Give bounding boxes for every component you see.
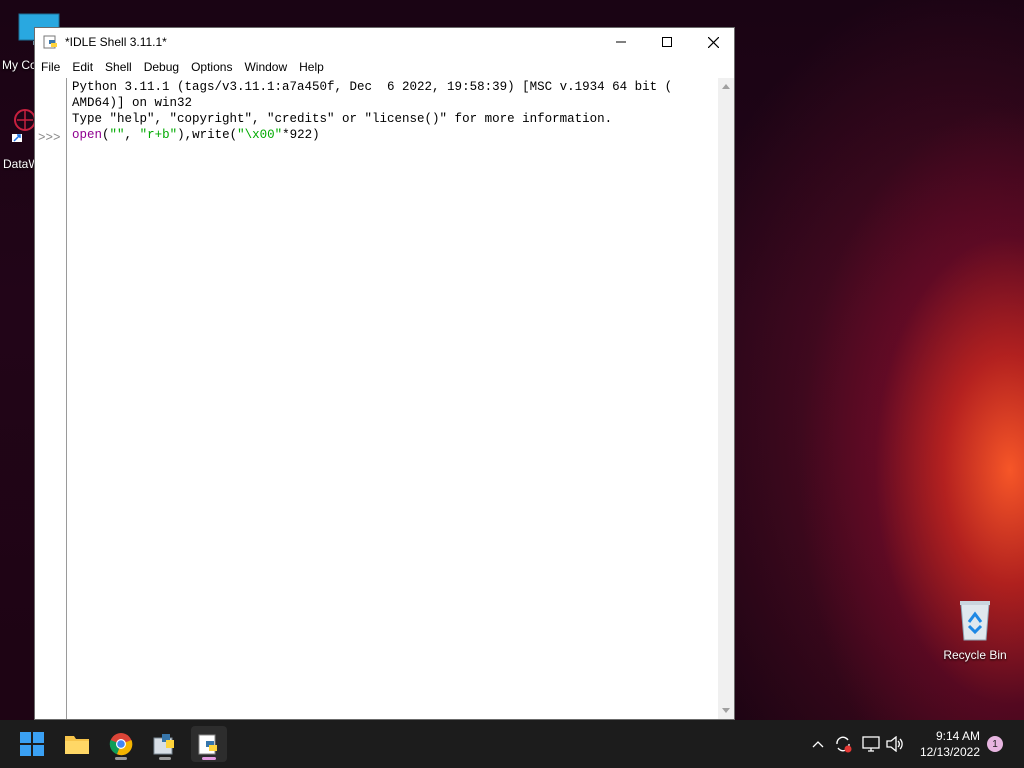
clock-time: 9:14 AM: [935, 729, 980, 743]
menu-help[interactable]: Help: [293, 60, 330, 74]
show-hidden-icons[interactable]: [808, 720, 828, 768]
chevron-down-icon: [722, 708, 730, 713]
minimize-icon: [616, 41, 626, 43]
recycle-bin-icon: [960, 601, 990, 641]
close-icon: [707, 36, 719, 48]
code-punct: ),write(: [177, 128, 238, 142]
code-punct: ,: [124, 128, 140, 142]
taskbar: 9:14 AM 12/13/2022 1: [0, 720, 1024, 768]
shell-editor[interactable]: >>> Python 3.11.1 (tags/v3.11.1:a7a450f,…: [35, 78, 734, 719]
chevron-up-icon: [722, 84, 730, 89]
idle-shell-window: *IDLE Shell 3.11.1* File Edit Shell Debu…: [34, 27, 735, 720]
maximize-button[interactable]: [644, 28, 690, 56]
notification-badge[interactable]: 1: [987, 736, 1003, 752]
input-line[interactable]: open("", "r+b"),write("\x00"*922): [72, 128, 320, 142]
menu-shell[interactable]: Shell: [99, 60, 138, 74]
close-button[interactable]: [690, 28, 736, 56]
menu-debug[interactable]: Debug: [138, 60, 185, 74]
python-setup-icon: [153, 734, 174, 755]
banner-line-1: Python 3.11.1 (tags/v3.11.1:a7a450f, Dec…: [72, 80, 673, 94]
banner-line-3: Type "help", "copyright", "credits" or "…: [72, 112, 613, 126]
chevron-up-icon: [812, 741, 824, 748]
idle-icon: [198, 734, 217, 755]
window-title: *IDLE Shell 3.11.1*: [65, 35, 167, 49]
clock-date: 12/13/2022: [919, 745, 980, 759]
code-string: "": [109, 128, 125, 142]
code-builtin-open: open: [72, 128, 103, 142]
taskbar-chrome[interactable]: [103, 726, 139, 762]
chrome-icon: [109, 733, 133, 756]
title-bar[interactable]: *IDLE Shell 3.11.1*: [35, 28, 734, 56]
banner-line-2: AMD64)] on win32: [72, 96, 193, 110]
menu-edit[interactable]: Edit: [66, 60, 99, 74]
sync-error-icon: [836, 736, 852, 753]
system-clock[interactable]: 9:14 AM 12/13/2022: [920, 728, 980, 760]
minimize-button[interactable]: [598, 28, 644, 56]
maximize-icon: [662, 37, 672, 47]
scroll-down-button[interactable]: [718, 703, 734, 719]
network-icon: [862, 736, 880, 752]
shell-prompt: >>>: [38, 131, 61, 145]
file-explorer-icon: [65, 736, 89, 754]
taskbar-python-setup[interactable]: [147, 726, 183, 762]
code-punct: *922): [282, 128, 320, 142]
scroll-up-button[interactable]: [718, 78, 734, 94]
volume-control[interactable]: [884, 720, 906, 768]
start-icon: [20, 732, 44, 756]
prompt-gutter: >>>: [35, 78, 67, 719]
active-indicator: [202, 757, 216, 760]
shell-text-area[interactable]: Python 3.11.1 (tags/v3.11.1:a7a450f, Dec…: [72, 78, 717, 719]
desktop-icon-label: Recycle Bin: [943, 648, 1007, 662]
menu-window[interactable]: Window: [238, 60, 293, 74]
sync-status[interactable]: [832, 720, 854, 768]
running-indicator: [159, 757, 171, 760]
desktop-icon-recycle-bin[interactable]: Recycle Bin: [940, 598, 1010, 662]
desktop-icon-label: My Co: [2, 58, 37, 72]
network-status[interactable]: [860, 720, 882, 768]
start-button[interactable]: [14, 726, 50, 762]
speaker-icon: [886, 736, 903, 752]
code-punct: (: [102, 128, 110, 142]
code-string: "\x00": [237, 128, 283, 142]
code-string: "r+b": [139, 128, 178, 142]
running-indicator: [115, 757, 127, 760]
taskbar-file-explorer[interactable]: [59, 726, 95, 762]
vertical-scrollbar[interactable]: [718, 78, 734, 719]
taskbar-idle[interactable]: [191, 726, 227, 762]
menu-file[interactable]: File: [35, 60, 66, 74]
menu-bar: File Edit Shell Debug Options Window Hel…: [35, 56, 734, 78]
idle-icon: [43, 35, 57, 49]
menu-options[interactable]: Options: [185, 60, 238, 74]
